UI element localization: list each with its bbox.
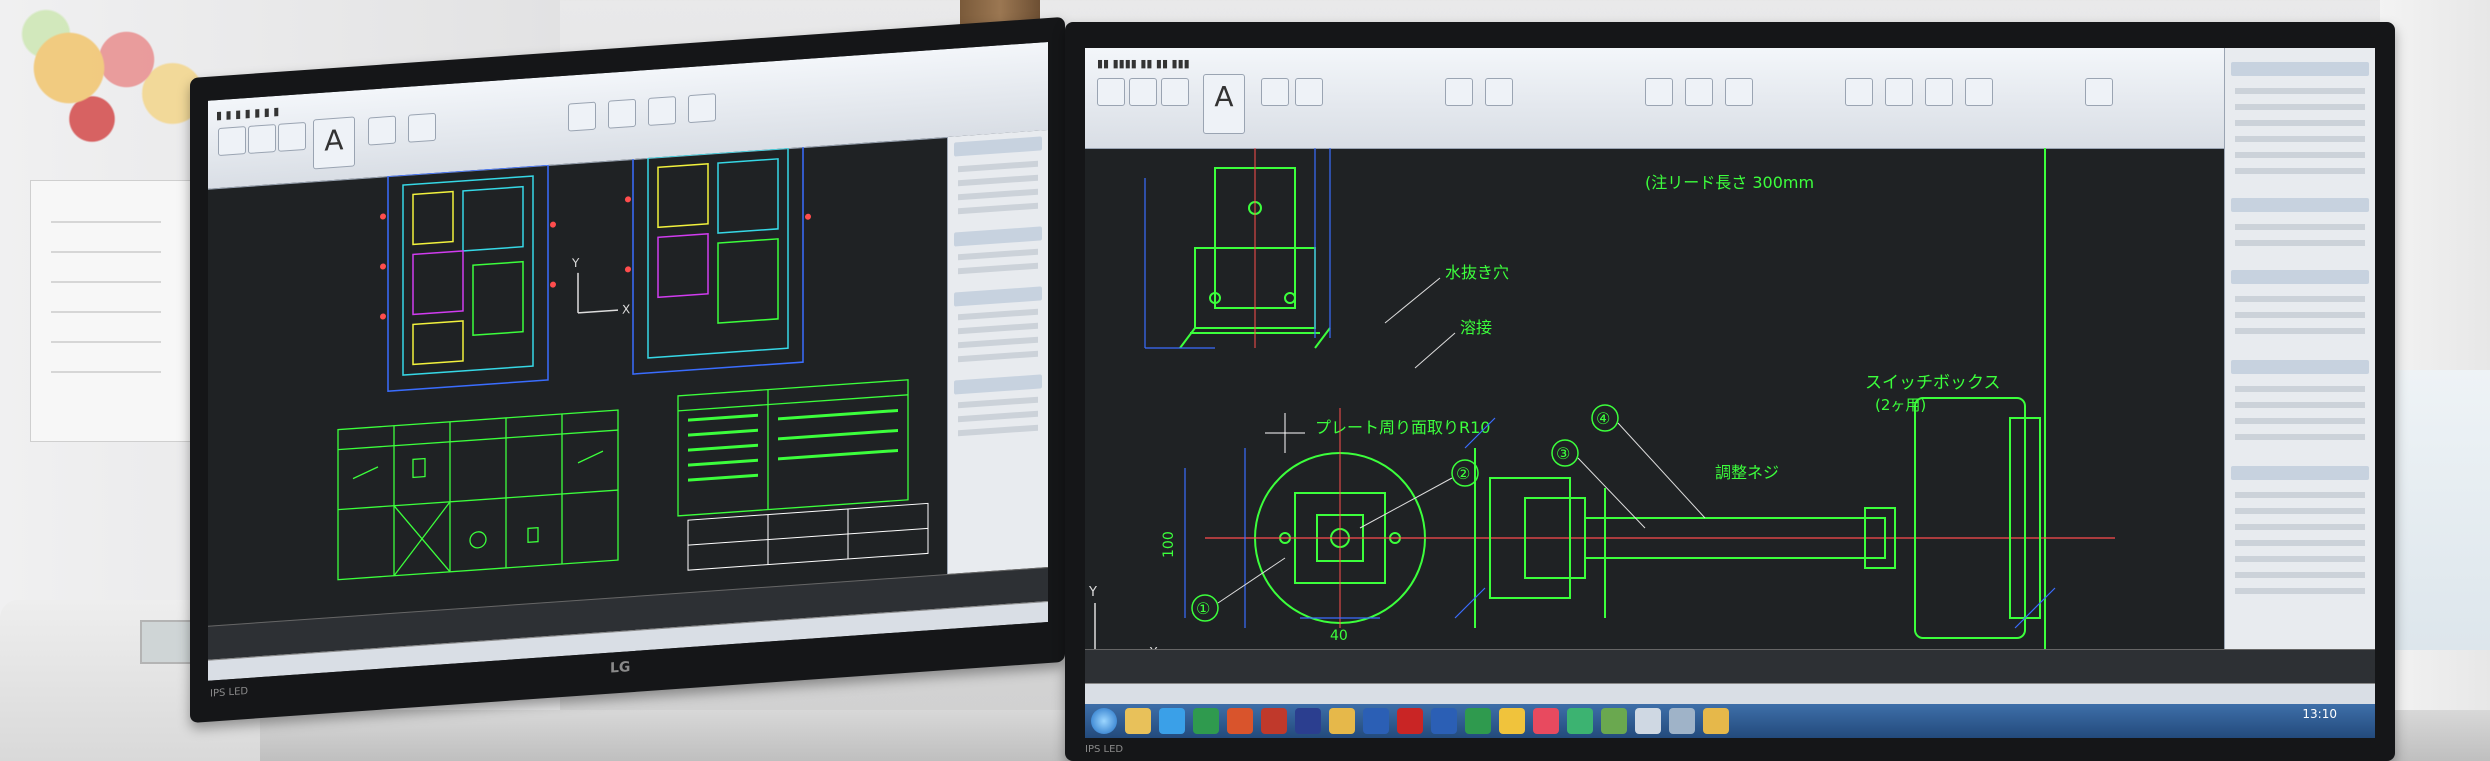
lead-length-note: (注リード長さ 300mm (1645, 173, 1814, 192)
folder-icon[interactable] (1329, 708, 1355, 734)
powerpoint-icon[interactable] (1227, 708, 1253, 734)
left-ribbon-button[interactable] (408, 112, 436, 143)
right-ribbon-button[interactable] (2085, 78, 2113, 106)
right-ribbon-button[interactable] (1445, 78, 1473, 106)
symbol-legend-table (337, 409, 619, 581)
right-ribbon-button[interactable] (1295, 78, 1323, 106)
crosshair-cursor (1265, 413, 1305, 453)
mail-icon[interactable] (1499, 708, 1525, 734)
window-app-icon[interactable] (1669, 708, 1695, 734)
screw-guides (1454, 417, 2056, 629)
right-ribbon-button[interactable] (1725, 78, 1753, 106)
left-drawing-canvas[interactable]: Y X (208, 136, 948, 609)
lines-legend-table (677, 379, 909, 517)
floor-plan-right (625, 136, 811, 375)
explorer-icon[interactable] (1125, 708, 1151, 734)
title-block (687, 502, 929, 571)
app-icon[interactable] (1533, 708, 1559, 734)
left-axis-y-label: Y (571, 256, 580, 271)
left-monitor: ▮ ▮ ▮ ▮ ▮ ▮ ▮ A Y X LG IPS LED (190, 16, 1065, 724)
left-ribbon-button[interactable] (218, 126, 246, 157)
right-command-line[interactable] (1085, 649, 2375, 684)
left-monitor-logo: LG (610, 659, 631, 677)
dim-100: 100 (1161, 531, 1177, 558)
right-ribbon-tabs[interactable]: ▮▮ ▮▮▮▮ ▮▮ ▮▮ ▮▮▮ (1097, 57, 1190, 70)
left-ribbon-tabs[interactable]: ▮ ▮ ▮ ▮ ▮ ▮ ▮ (216, 105, 279, 122)
right-drawing-canvas[interactable]: (注リード長さ 300mm 水抜き穴 溶接 プレート周り面取りR10 調整ネジ … (1085, 148, 2165, 668)
side-monitor (2385, 370, 2490, 650)
d-app-icon[interactable] (1567, 708, 1593, 734)
left-ucs-axes (577, 272, 618, 314)
word-icon-2[interactable] (1431, 708, 1457, 734)
word-icon[interactable] (1363, 708, 1389, 734)
right-ribbon-button[interactable] (1845, 78, 1873, 106)
internet-explorer-icon[interactable] (1159, 708, 1185, 734)
label-adjust-screw: 調整ネジ (1715, 463, 1779, 482)
document-icon[interactable] (1635, 708, 1661, 734)
right-ribbon-button[interactable] (1645, 78, 1673, 106)
left-text-tool-button[interactable]: A (313, 116, 355, 170)
jw-cad-icon[interactable] (1295, 708, 1321, 734)
dim-40: 40 (1330, 628, 1348, 644)
left-axis-x-label: X (622, 302, 630, 317)
balloon-3-number: ③ (1556, 444, 1570, 463)
left-ribbon-button[interactable] (278, 121, 306, 152)
right-ribbon: ▮▮ ▮▮▮▮ ▮▮ ▮▮ ▮▮▮ A (1085, 48, 2375, 149)
label-plate-chamfer: プレート周り面取りR10 (1315, 418, 1490, 437)
excel-icon-2[interactable] (1465, 708, 1491, 734)
right-ribbon-button[interactable] (1161, 78, 1189, 106)
autocad-icon[interactable] (1261, 708, 1287, 734)
screw-assembly-detail (1474, 397, 2041, 639)
right-monitor-model: IPS LED (1085, 744, 1124, 755)
right-status-bar (1085, 683, 2375, 704)
taskbar-clock[interactable]: 13:10 (2302, 708, 2337, 721)
wall-whiteboard (30, 180, 192, 442)
left-monitor-model: IPS LED (210, 685, 249, 700)
right-properties-palette[interactable] (2224, 48, 2375, 668)
right-ribbon-button[interactable] (1965, 78, 1993, 106)
start-button-icon[interactable] (1091, 708, 1117, 734)
right-ribbon-button[interactable] (1685, 78, 1713, 106)
right-text-tool-button[interactable]: A (1203, 74, 1245, 134)
label-weld: 溶接 (1460, 318, 1492, 337)
windows-taskbar: 13:10 (1085, 704, 2375, 738)
label-switch-box: スイッチボックス (1865, 373, 2001, 393)
right-ribbon-button[interactable] (1129, 78, 1157, 106)
balloon-1-number: ① (1196, 599, 1210, 618)
left-ribbon-button[interactable] (568, 101, 596, 132)
balloon-2-number: ② (1456, 464, 1470, 483)
label-drain-hole: 水抜き穴 (1445, 263, 1509, 282)
left-ribbon-button[interactable] (248, 123, 276, 154)
left-ribbon-button[interactable] (648, 96, 676, 126)
right-ribbon-button[interactable] (1097, 78, 1125, 106)
right-ribbon-button[interactable] (1925, 78, 1953, 106)
right-screen: ▮▮ ▮▮▮▮ ▮▮ ▮▮ ▮▮▮ A (注リード長さ 300mm 水抜き穴 溶… (1085, 48, 2375, 738)
balloon-4-number: ④ (1596, 409, 1610, 428)
floor-plan-left (380, 164, 556, 392)
left-screen: ▮ ▮ ▮ ▮ ▮ ▮ ▮ A Y X (208, 42, 1048, 681)
right-ucs-axes (1094, 603, 1145, 654)
right-ribbon-button[interactable] (1261, 78, 1289, 106)
right-axis-y-label: Y (1088, 585, 1097, 600)
left-properties-palette[interactable] (947, 130, 1048, 576)
right-ribbon-button[interactable] (1485, 78, 1513, 106)
left-ribbon-button[interactable] (608, 98, 636, 129)
folder-icon-2[interactable] (1703, 708, 1729, 734)
left-ribbon-button[interactable] (688, 93, 716, 124)
check-app-icon[interactable] (1601, 708, 1627, 734)
acrobat-icon[interactable] (1397, 708, 1423, 734)
right-ribbon-button[interactable] (1885, 78, 1913, 106)
left-ribbon-button[interactable] (368, 115, 396, 146)
excel-icon[interactable] (1193, 708, 1219, 734)
right-monitor: ▮▮ ▮▮▮▮ ▮▮ ▮▮ ▮▮▮ A (注リード長さ 300mm 水抜き穴 溶… (1065, 22, 2395, 761)
